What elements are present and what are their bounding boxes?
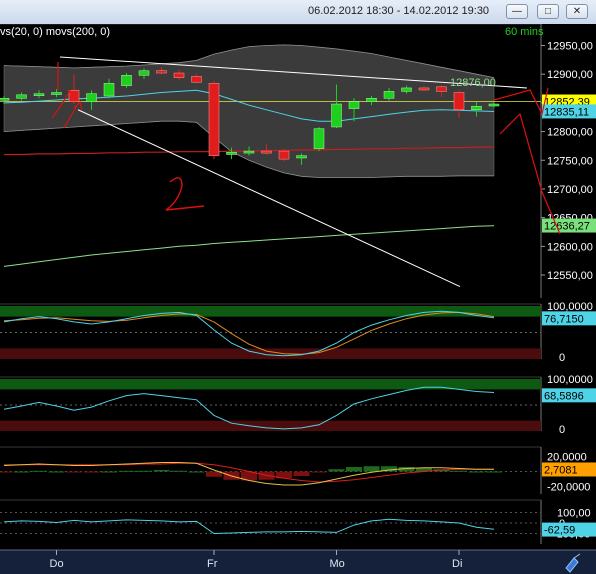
stoch-oversold-zone — [0, 348, 541, 359]
candle — [226, 151, 237, 155]
macd-histogram-bar — [48, 471, 65, 473]
candle — [401, 87, 412, 92]
price-tick-label: 12800,00 — [547, 127, 593, 139]
macd-histogram-bar — [31, 470, 47, 472]
candle — [51, 92, 62, 95]
macd-histogram-bar — [13, 471, 30, 473]
macd-histogram-bar — [188, 471, 205, 473]
candle — [488, 103, 500, 107]
rsi-tick-label: 0 — [559, 424, 565, 436]
timeframe-label: 60 mins — [505, 26, 544, 38]
candle — [191, 76, 202, 83]
macd-histogram-bar — [486, 471, 502, 473]
macd-histogram-bar — [293, 471, 310, 476]
stoch-overbought-zone — [0, 306, 541, 317]
candle — [138, 70, 150, 76]
macd-histogram-bar — [171, 470, 187, 472]
price-tick-label: 12750,00 — [547, 155, 593, 167]
macd-histogram-bar — [363, 466, 380, 472]
candle — [278, 150, 290, 160]
candle — [103, 83, 115, 97]
chart-area[interactable]: 12876,00 vs(20, 0) movs(200, 0) 60 mins 125… — [0, 24, 596, 574]
macd-histogram-bar — [83, 471, 100, 473]
candle — [261, 150, 272, 154]
macd-histogram-bar — [136, 470, 152, 472]
candle — [68, 89, 80, 102]
date-range-label: 06.02.2012 18:30 - 14.02.2012 19:30 — [308, 5, 490, 17]
cci-value-tag: -62,59 — [544, 525, 575, 537]
stoch-tick-label: 100,0000 — [547, 301, 593, 313]
macd-histogram-bar — [468, 471, 485, 473]
macd-histogram-bar — [451, 470, 467, 472]
x-tick-label: Fr — [207, 558, 218, 570]
macd-histogram-bar — [118, 470, 135, 472]
candle — [16, 94, 27, 99]
price-tick-label: 12550,00 — [547, 270, 593, 282]
stoch-value-tag: 76,7150 — [544, 313, 584, 325]
candle — [453, 92, 465, 111]
price-value-tag: 12636,27 — [544, 221, 590, 233]
candle — [296, 155, 307, 159]
candle — [0, 98, 10, 101]
candle — [436, 86, 447, 92]
candle — [348, 101, 360, 109]
price-tick-label: 12950,00 — [547, 40, 593, 52]
window-titlebar: 06.02.2012 18:30 - 14.02.2012 19:30 — □ … — [0, 0, 596, 25]
candle — [33, 93, 45, 96]
rsi-overbought-zone — [0, 379, 541, 390]
price-tick-label: 12600,00 — [547, 241, 593, 253]
candle — [383, 91, 395, 99]
x-axis-bar — [0, 550, 596, 574]
macd-histogram-bar — [66, 471, 82, 473]
x-tick-label: Do — [50, 558, 64, 570]
macd-histogram-bar — [0, 471, 12, 473]
macd-value-tag: 2,7081 — [544, 464, 578, 476]
maximize-icon: □ — [544, 6, 552, 17]
indicator-legend: vs(20, 0) movs(200, 0) — [0, 26, 110, 38]
close-button[interactable]: ✕ — [566, 4, 588, 19]
candle — [173, 72, 185, 78]
minimize-icon: — — [512, 6, 522, 17]
price-tick-label: 12900,00 — [547, 69, 593, 81]
candle — [471, 106, 482, 111]
macd-histogram-bar — [311, 471, 327, 473]
price-tick-label: 12700,00 — [547, 184, 593, 196]
macd-tick-label: -20,0000 — [547, 482, 590, 494]
price-annotation: 12876,00 — [450, 77, 496, 89]
x-tick-label: Di — [452, 558, 462, 570]
candle — [208, 83, 220, 156]
macd-histogram-bar — [153, 470, 170, 472]
macd-histogram-bar — [328, 469, 345, 472]
rsi-value-tag: 68,5896 — [544, 390, 584, 402]
maximize-button[interactable]: □ — [537, 4, 559, 19]
candle — [156, 70, 167, 74]
stoch-tick-label: 0 — [559, 352, 565, 364]
rsi-oversold-zone — [0, 420, 541, 431]
candle — [366, 98, 377, 102]
macd-histogram-bar — [346, 467, 362, 472]
close-icon: ✕ — [572, 6, 582, 17]
candle — [418, 87, 430, 91]
candle — [243, 150, 255, 154]
x-tick-label: Mo — [330, 558, 345, 570]
candle — [331, 103, 342, 128]
minimize-button[interactable]: — — [506, 4, 528, 19]
rsi-tick-label: 100,0000 — [547, 374, 593, 386]
x-axis: Do Fr Mo Di — [0, 549, 596, 574]
candle — [121, 75, 132, 86]
candle — [86, 93, 97, 102]
macd-histogram-bar — [101, 471, 117, 473]
price-value-tag: 12835,11 — [544, 106, 589, 118]
macd-tick-label: 20,0000 — [547, 452, 587, 464]
candle — [313, 128, 325, 150]
